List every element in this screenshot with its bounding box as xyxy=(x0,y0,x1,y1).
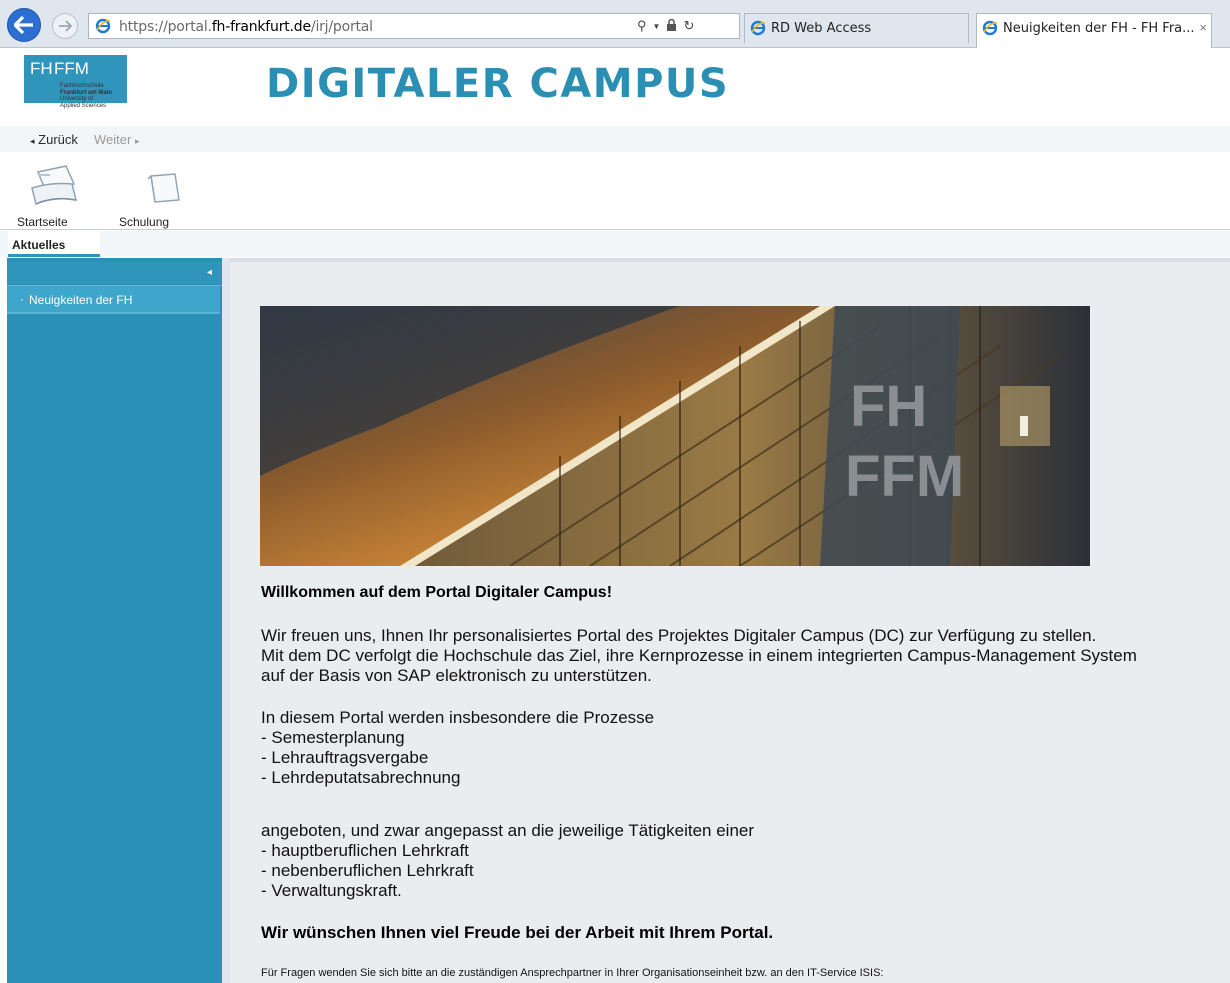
browser-toolbar: https://portal.fh-frankfurt.de/irj/porta… xyxy=(0,0,1230,48)
detailed-navigation-bar: Aktuelles xyxy=(0,231,1230,257)
history-back-link[interactable]: ◂ Zurück xyxy=(30,132,78,147)
contact-note: Für Fragen wenden Sie sich bitte an die … xyxy=(261,967,884,979)
ie-page-icon xyxy=(750,20,766,36)
ie-page-icon xyxy=(95,18,111,34)
process-list: In diesem Portal werden insbesondere die… xyxy=(261,708,655,787)
notebook-icon xyxy=(31,165,78,206)
logo-fh-text: FH xyxy=(30,59,53,78)
role-list: angeboten, und zwar angepasst an die jew… xyxy=(261,821,755,900)
history-navigation: ◂ Zurück Weiter ▸ xyxy=(0,126,1230,152)
refresh-icon[interactable]: ↻ xyxy=(683,18,694,34)
ie-page-icon xyxy=(982,20,998,36)
hero-image: FH FFM xyxy=(260,306,1090,566)
sidebar-item-label: Neuigkeiten der FH xyxy=(29,293,133,307)
address-bar[interactable]: https://portal.fh-frankfurt.de/irj/porta… xyxy=(88,13,740,39)
logo-ffm-text: FFM xyxy=(54,59,89,78)
portal-header: FH FFM Fachhochschule Frankfurt am Main … xyxy=(0,49,1230,126)
url-text: https://portal.fh-frankfurt.de/irj/porta… xyxy=(119,19,373,35)
tab-label: Neuigkeiten der FH - FH Fra... xyxy=(1003,21,1195,36)
intro-paragraph: Wir freuen uns, Ihnen Ihr personalisiert… xyxy=(261,626,1137,685)
collapse-sidebar-icon[interactable]: ◂ xyxy=(207,267,212,278)
nav-label: Schulung xyxy=(119,215,170,229)
browser-forward-button[interactable] xyxy=(52,13,78,39)
logo-subtitle: Fachhochschule Frankfurt am Main Univers… xyxy=(60,83,113,109)
tab-aktuelles[interactable]: Aktuelles xyxy=(8,231,100,257)
welcome-heading: Willkommen auf dem Portal Digitaler Camp… xyxy=(261,584,613,601)
tab-rd-web-access[interactable]: RD Web Access xyxy=(744,13,969,43)
arrow-right-icon xyxy=(59,20,72,32)
history-forward-link[interactable]: Weiter ▸ xyxy=(94,132,139,147)
close-icon[interactable]: × xyxy=(1199,20,1207,35)
bullet-icon: · xyxy=(20,292,24,306)
tab-label: RD Web Access xyxy=(771,21,872,36)
lock-icon[interactable] xyxy=(666,18,677,34)
address-tools: ⚲ ▼ ↻ xyxy=(637,17,737,35)
arrow-left-icon xyxy=(14,16,33,34)
chevron-down-icon[interactable]: ▼ xyxy=(653,22,661,31)
nav-item-schulung[interactable]: Schulung xyxy=(119,158,201,229)
main-content: FH FFM Willkommen auf dem Portal Digital… xyxy=(230,258,1230,983)
nav-item-startseite[interactable]: Startseite xyxy=(14,158,94,229)
search-icon[interactable]: ⚲ xyxy=(637,18,647,34)
tab-label: Aktuelles xyxy=(12,238,66,252)
page-title: DIGITALER CAMPUS xyxy=(266,61,730,107)
hero-banner-text: FH xyxy=(850,374,927,439)
folder-icon xyxy=(147,173,180,203)
sidebar: ◂ · Neuigkeiten der FH xyxy=(7,258,222,983)
caret-left-icon: ◂ xyxy=(30,136,35,146)
caret-right-icon: ▸ xyxy=(134,136,140,146)
top-level-navigation: Startseite Schulung xyxy=(0,152,1230,230)
closing-heading: Wir wünschen Ihnen viel Freude bei der A… xyxy=(261,923,774,942)
browser-back-button[interactable] xyxy=(7,8,41,42)
tab-neuigkeiten[interactable]: Neuigkeiten der FH - FH Fra... × xyxy=(976,13,1212,48)
content-gutter xyxy=(222,258,230,983)
sidebar-item-neuigkeiten[interactable]: · Neuigkeiten der FH xyxy=(7,286,220,314)
nav-label: Startseite xyxy=(17,215,68,229)
hero-banner-text: FFM xyxy=(845,444,964,509)
sidebar-header: ◂ xyxy=(7,262,222,284)
